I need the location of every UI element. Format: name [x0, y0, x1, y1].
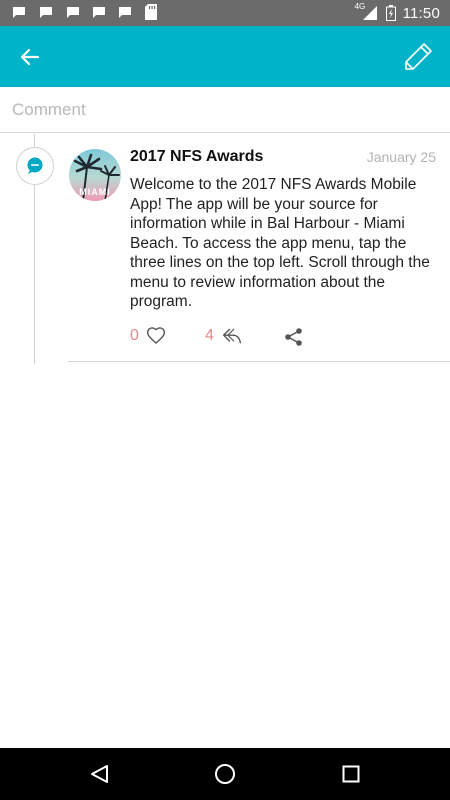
nav-bar — [0, 748, 450, 800]
back-button[interactable] — [14, 41, 46, 73]
edit-button[interactable] — [400, 39, 436, 75]
replies-count: 4 — [205, 327, 214, 344]
post-body: Welcome to the 2017 NFS Awards Mobile Ap… — [130, 176, 430, 310]
battery-icon — [385, 5, 396, 21]
reply-button[interactable] — [222, 326, 244, 348]
comment-row — [0, 87, 450, 133]
status-bar: 4G 11:50 — [0, 0, 450, 26]
status-right: 4G 11:50 — [355, 0, 440, 26]
message-icon — [66, 6, 80, 18]
nav-back-button[interactable] — [86, 761, 112, 787]
avatar-text: MIAMI — [79, 187, 111, 197]
chat-bubble-icon — [27, 157, 43, 174]
app-bar — [0, 26, 450, 87]
nav-recents-button[interactable] — [338, 761, 364, 787]
share-button[interactable] — [284, 327, 304, 347]
pencil-icon — [405, 43, 432, 70]
circle-home-icon — [215, 764, 235, 784]
sd-card-icon — [145, 4, 159, 20]
message-icon — [12, 6, 26, 18]
avatar[interactable]: MIAMI — [69, 149, 121, 201]
reply-icon — [222, 328, 242, 344]
likes-count: 0 — [130, 327, 139, 344]
arrow-back-icon — [20, 48, 40, 66]
post-actions: 0 4 — [130, 325, 330, 349]
triangle-back-icon — [91, 765, 108, 783]
message-icon — [118, 6, 132, 18]
signal-icon: 4G — [354, 2, 379, 21]
post-title[interactable]: 2017 NFS Awards — [130, 148, 263, 166]
nav-home-button[interactable] — [212, 761, 238, 787]
heart-icon — [146, 327, 166, 345]
message-icon — [39, 6, 53, 18]
square-recents-icon — [342, 765, 360, 783]
comment-input[interactable] — [12, 97, 432, 123]
network-type: 4G — [354, 2, 366, 11]
like-button[interactable] — [146, 326, 168, 348]
status-time: 11:50 — [402, 4, 440, 22]
post-divider — [68, 361, 450, 362]
post-date: January 25 — [366, 149, 436, 165]
share-icon — [285, 328, 302, 346]
timeline-node — [16, 147, 54, 185]
message-icon — [92, 6, 106, 18]
